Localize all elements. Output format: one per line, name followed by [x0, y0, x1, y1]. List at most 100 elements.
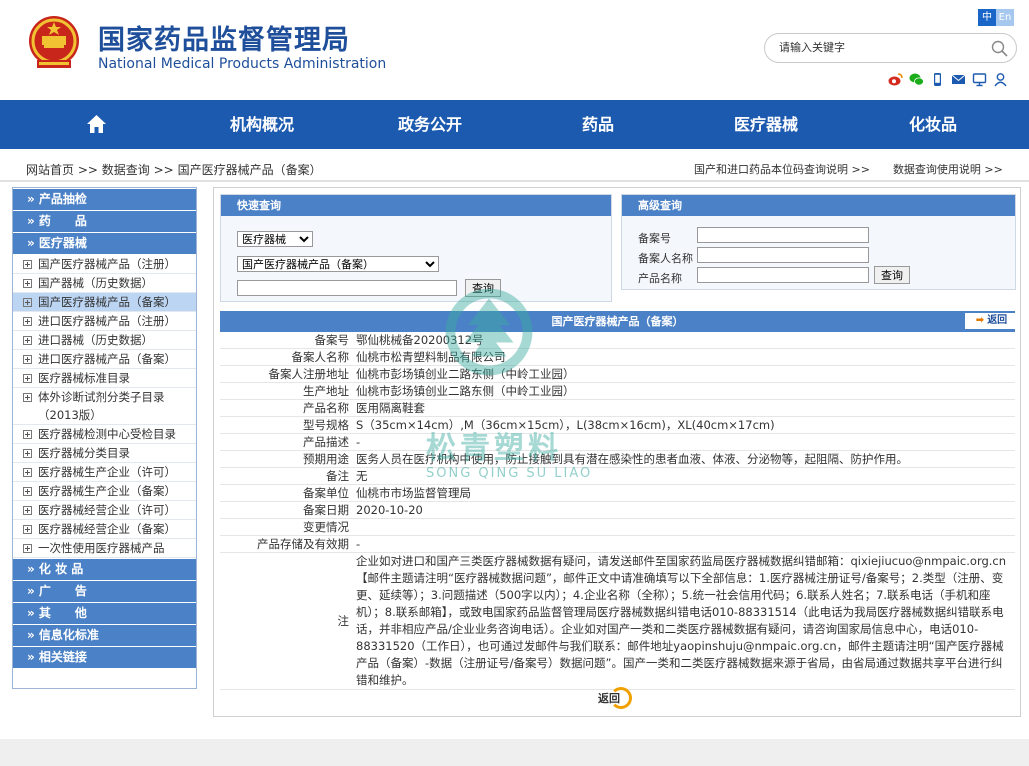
- note-text: 企业如对进口和国产三类医疗器械数据有疑问，请发送邮件至国家药监局医疗器械数据纠错…: [356, 554, 1007, 687]
- sidebar-cat-ads[interactable]: » 广 告: [13, 581, 196, 602]
- breadcrumb-separator: >>: [153, 163, 174, 177]
- expand-icon: [23, 544, 32, 553]
- filer-name-label: 备案人名称: [638, 252, 693, 265]
- user-icon[interactable]: [993, 72, 1008, 87]
- language-switcher: 中 En: [978, 9, 1014, 26]
- sidebar-cat-it-standards[interactable]: » 信息化标准: [13, 625, 196, 646]
- note-label: 注: [337, 614, 350, 628]
- expand-icon: [23, 260, 32, 269]
- table-row: 备案人名称 仙桃市松青塑料制品有限公司: [220, 349, 1015, 366]
- product-name-input[interactable]: [697, 267, 869, 283]
- main-nav: 机构概况 政务公开 药品 医疗器械 化妆品: [0, 100, 1029, 149]
- table-row: 备案号 鄂仙桃械备20200312号: [220, 332, 1015, 349]
- search-icon[interactable]: [991, 40, 1008, 57]
- nav-item-devices[interactable]: 医疗器械: [734, 100, 798, 149]
- table-row: 变更情况: [220, 519, 1015, 536]
- main-content: 快速查询 医疗器械 国产医疗器械产品（备案） 查询 高级查询 备案号 备案人名称…: [213, 187, 1021, 717]
- quick-query-panel: 快速查询 医疗器械 国产医疗器械产品（备案） 查询: [220, 194, 612, 302]
- lang-en-button[interactable]: En: [996, 9, 1014, 26]
- table-row: 备案日期 2020-10-20: [220, 502, 1015, 519]
- sidebar-item-domestic-registered[interactable]: 国产医疗器械产品（注册）: [13, 255, 196, 274]
- sidebar-cat-drugs[interactable]: » 药 品: [13, 211, 196, 232]
- database-select[interactable]: 国产医疗器械产品（备案）: [237, 256, 439, 272]
- filing-number-label: 备案号: [638, 232, 671, 245]
- sidebar-item-distributor-license[interactable]: 医疗器械经营企业（许可）: [13, 501, 196, 520]
- note-row: 注 企业如对进口和国产三类医疗器械数据有疑问，请发送邮件至国家药监局医疗器械数据…: [220, 553, 1015, 690]
- sidebar: » 产品抽检 » 药 品 » 医疗器械 国产医疗器械产品（注册） 国产器械（历史…: [12, 187, 197, 689]
- wechat-icon[interactable]: [909, 72, 924, 87]
- weibo-icon[interactable]: [888, 72, 903, 87]
- sidebar-item-import-filed[interactable]: 进口医疗器械产品（备案）: [13, 350, 196, 369]
- home-icon[interactable]: [86, 114, 107, 134]
- sidebar-item-import-registered[interactable]: 进口医疗器械产品（注册）: [13, 312, 196, 331]
- sidebar-cat-sampling[interactable]: » 产品抽检: [13, 189, 196, 210]
- sidebar-item-classification[interactable]: 医疗器械分类目录: [13, 444, 196, 463]
- nav-item-drugs[interactable]: 药品: [582, 100, 614, 149]
- sidebar-cat-links[interactable]: » 相关链接: [13, 647, 196, 668]
- table-row: 产品存储及有效期 -: [220, 536, 1015, 553]
- table-row: 产品名称 医用隔离鞋套: [220, 400, 1015, 417]
- breadcrumb-separator: >>: [77, 163, 98, 177]
- expand-icon: [23, 430, 32, 439]
- sidebar-item-standards[interactable]: 医疗器械标准目录: [13, 369, 196, 388]
- breadcrumb-home-link[interactable]: 网站首页: [26, 163, 74, 177]
- table-row: 型号规格 S（35cm×14cm）,M（36cm×15cm），L(38cm×16c…: [220, 417, 1015, 434]
- expand-icon: [23, 506, 32, 515]
- arrow-right-icon: ➡: [975, 315, 985, 326]
- search-input[interactable]: [779, 41, 979, 54]
- sidebar-item-domestic-history[interactable]: 国产器械（历史数据）: [13, 274, 196, 293]
- expand-icon: [23, 298, 32, 307]
- divider: [0, 180, 1029, 182]
- sidebar-item-distributor-filed[interactable]: 医疗器械经营企业（备案）: [13, 520, 196, 539]
- breadcrumb-data-link[interactable]: 数据查询: [102, 163, 150, 177]
- sidebar-item-manufacturer-filed[interactable]: 医疗器械生产企业（备案）: [13, 482, 196, 501]
- drug-code-help-link[interactable]: 国产和进口药品本位码查询说明 >>: [694, 163, 870, 176]
- feedback-icon[interactable]: [972, 72, 987, 87]
- result-title: 国产医疗器械产品（备案）: [551, 315, 684, 328]
- expand-icon: [23, 449, 32, 458]
- expand-icon: [23, 317, 32, 326]
- footer-bar: [0, 739, 1029, 766]
- filing-number-input[interactable]: [697, 227, 869, 243]
- site-title: 国家药品监督管理局: [98, 25, 350, 56]
- expand-icon: [23, 279, 32, 288]
- site-header: 国家药品监督管理局 National Medical Products Admi…: [0, 0, 1029, 100]
- back-button-top[interactable]: ➡ 返回: [965, 313, 1018, 329]
- expand-icon: [23, 393, 32, 402]
- sidebar-item-domestic-filed[interactable]: 国产医疗器械产品（备案）: [13, 293, 196, 312]
- quick-query-title: 快速查询: [221, 195, 611, 216]
- national-emblem-icon: [29, 16, 79, 68]
- back-button-bottom[interactable]: 返回: [598, 687, 632, 709]
- quick-query-input[interactable]: [237, 280, 457, 296]
- query-help-link[interactable]: 数据查询使用说明 >>: [893, 163, 1003, 176]
- sidebar-item-test-center[interactable]: 医疗器械检测中心受检目录: [13, 425, 196, 444]
- sidebar-cat-cosmetics[interactable]: » 化 妆 品: [13, 559, 196, 580]
- category-select[interactable]: 医疗器械: [237, 231, 313, 247]
- sidebar-cat-other[interactable]: » 其 他: [13, 603, 196, 624]
- advanced-query-button[interactable]: 查询: [874, 266, 910, 284]
- filer-name-input[interactable]: [697, 247, 869, 263]
- nav-item-about[interactable]: 机构概况: [230, 100, 294, 149]
- watermark-subtext: SONG QING SU LIAO: [426, 466, 593, 481]
- sidebar-item-ivd-catalog[interactable]: 体外诊断试剂分类子目录（2013版）: [13, 388, 196, 425]
- sidebar-item-manufacturer-license[interactable]: 医疗器械生产企业（许可）: [13, 463, 196, 482]
- expand-icon: [23, 525, 32, 534]
- mail-icon[interactable]: [951, 72, 966, 87]
- sidebar-item-disposable[interactable]: 一次性使用医疗器械产品: [13, 539, 196, 558]
- lang-zh-button[interactable]: 中: [978, 9, 996, 26]
- expand-icon: [23, 374, 32, 383]
- watermark-text: 松青塑料: [426, 431, 562, 466]
- nav-item-government[interactable]: 政务公开: [398, 100, 462, 149]
- table-row: 备注无: [220, 468, 1015, 485]
- expand-icon: [23, 336, 32, 345]
- result-table: 备案号 鄂仙桃械备20200312号 备案人名称 仙桃市松青塑料制品有限公司 备案人…: [220, 332, 1015, 690]
- help-links: 国产和进口药品本位码查询说明 >> 数据查询使用说明 >>: [694, 161, 1003, 177]
- table-row: 备案单位 仙桃市市场监督管理局: [220, 485, 1015, 502]
- sidebar-item-import-history[interactable]: 进口器械（历史数据）: [13, 331, 196, 350]
- quick-query-button[interactable]: 查询: [465, 279, 501, 297]
- table-row: 预期用途 医务人员在医疗机构中使用，防止接触到具有潜在感染性的患者血液、体液、分泌…: [220, 451, 1015, 468]
- nav-item-cosmetics[interactable]: 化妆品: [909, 100, 957, 149]
- mobile-icon[interactable]: [930, 72, 945, 87]
- sidebar-cat-devices[interactable]: » 医疗器械: [13, 233, 196, 254]
- advanced-query-panel: 高级查询 备案号 备案人名称 产品名称 查询: [621, 194, 1016, 290]
